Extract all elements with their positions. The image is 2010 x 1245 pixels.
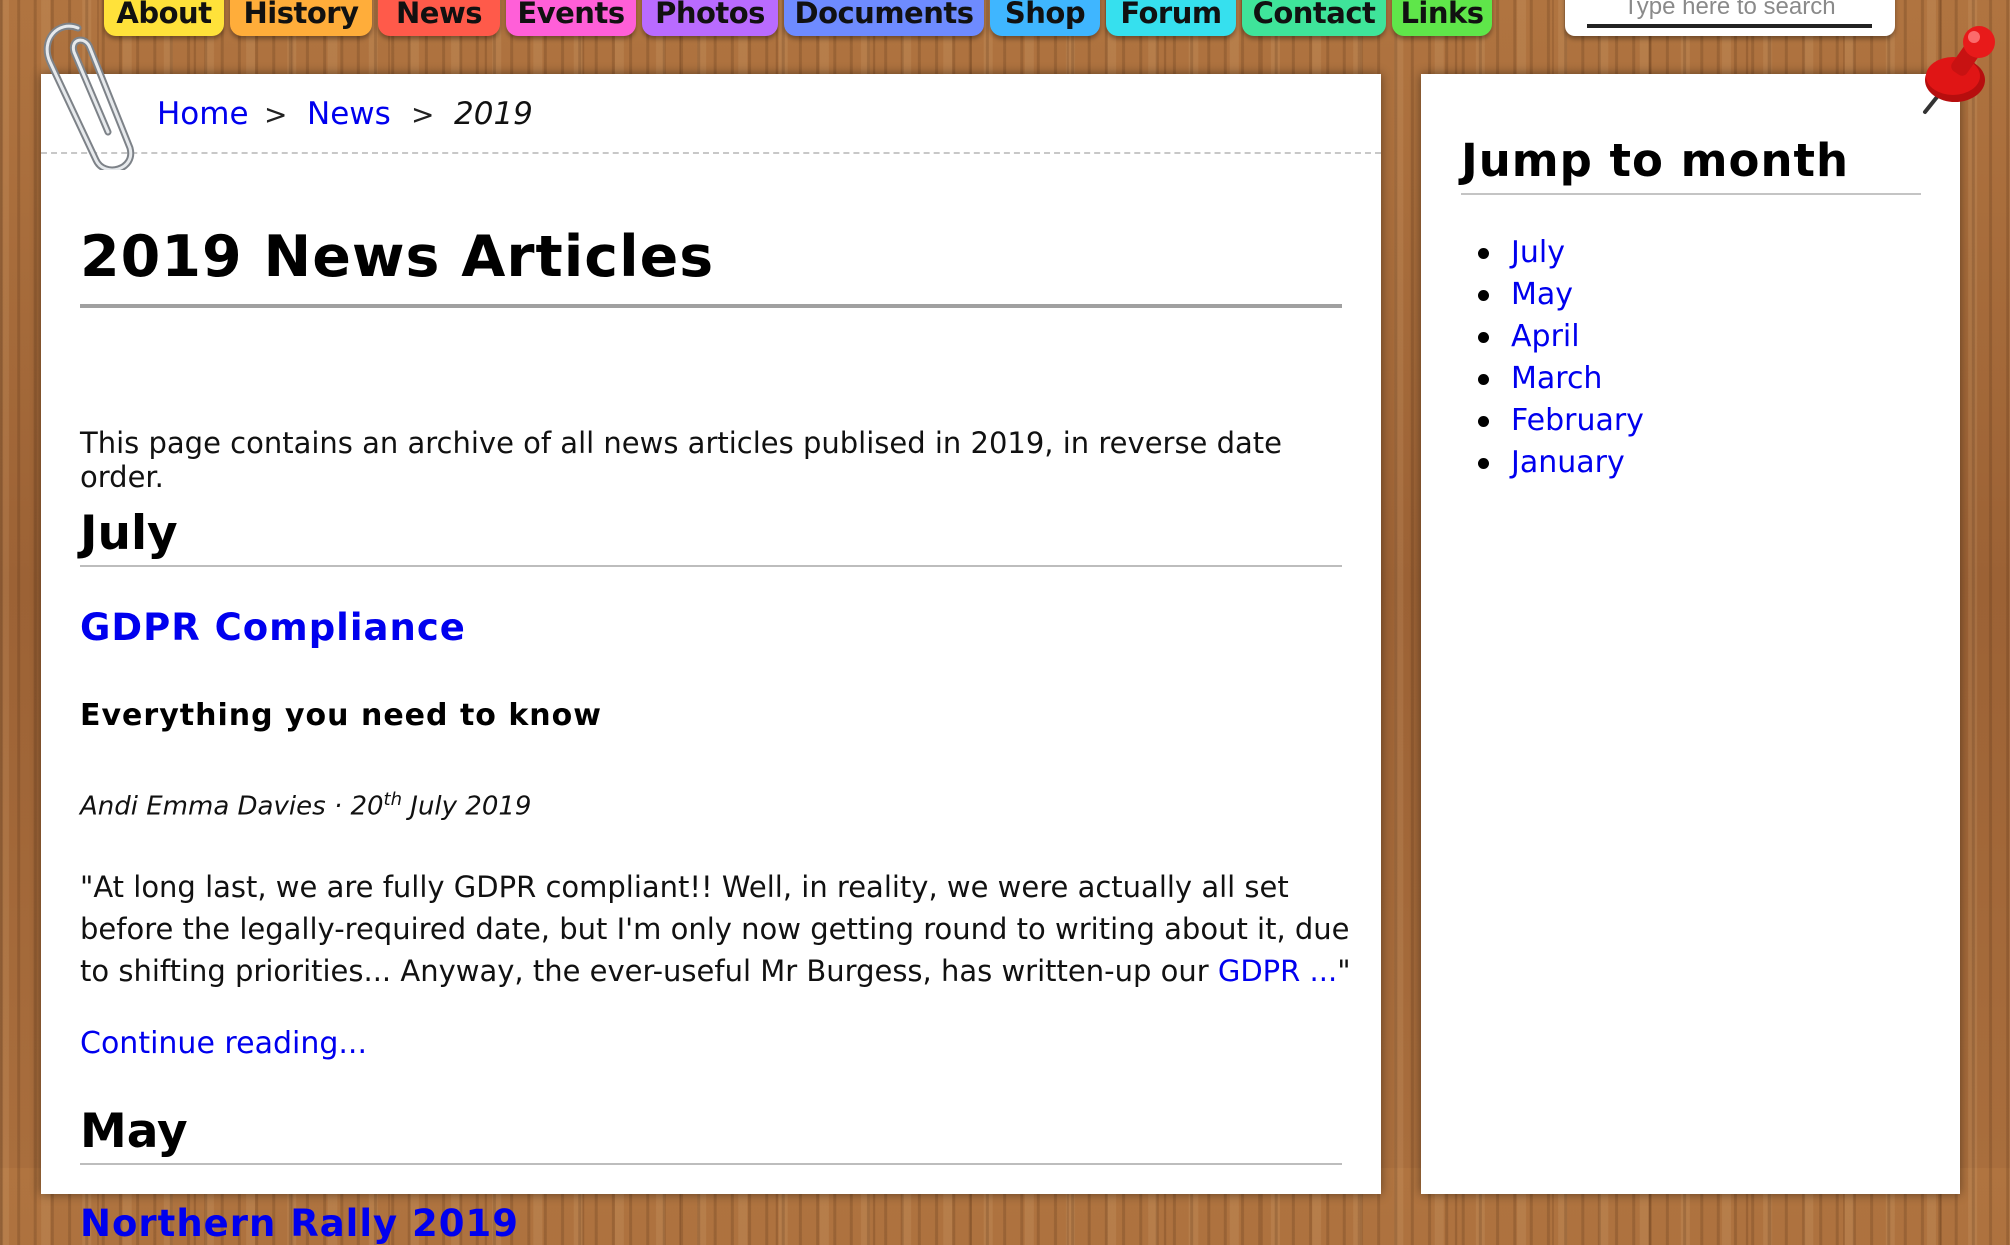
article-title-link[interactable]: GDPR Compliance <box>80 606 466 649</box>
page-title: 2019 News Articles <box>80 224 1342 308</box>
nav-tab-links[interactable]: Links <box>1392 0 1492 36</box>
breadcrumb-news-link[interactable]: News <box>307 96 391 132</box>
search-box <box>1565 0 1895 36</box>
continue-reading-link[interactable]: Continue reading... <box>80 1026 367 1061</box>
article-date-suffix: th <box>383 789 403 810</box>
paperclip-icon <box>43 22 135 170</box>
breadcrumb: Home > News > 2019 <box>41 74 1381 154</box>
sidebar-card: Jump to month July May April March Febru… <box>1421 74 1960 1194</box>
month-jump-list: July May April March February January <box>1478 232 1644 484</box>
article-byline: Andi Emma Davies · 20th July 2019 <box>80 789 531 822</box>
month-heading-july: July <box>80 506 1342 567</box>
breadcrumb-separator: > <box>264 98 288 131</box>
month-link-may[interactable]: May <box>1511 277 1573 312</box>
list-item: May <box>1478 274 1644 316</box>
month-link-july[interactable]: July <box>1511 235 1565 270</box>
month-link-april[interactable]: April <box>1511 319 1580 354</box>
nav-tab-contact[interactable]: Contact <box>1242 0 1386 36</box>
nav-tab-shop[interactable]: Shop <box>990 0 1100 36</box>
breadcrumb-current: 2019 <box>454 96 533 132</box>
nav-tab-documents[interactable]: Documents <box>784 0 984 36</box>
month-link-january[interactable]: January <box>1511 445 1625 480</box>
bullet-icon <box>1478 458 1489 469</box>
nav-tab-photos[interactable]: Photos <box>642 0 778 36</box>
list-item: July <box>1478 232 1644 274</box>
intro-text: This page contains an archive of all new… <box>80 426 1283 494</box>
month-heading-may: May <box>80 1104 1342 1165</box>
list-item: March <box>1478 358 1644 400</box>
pushpin-icon <box>1923 26 1995 114</box>
bullet-icon <box>1478 374 1489 385</box>
article-author: Andi Emma Davies <box>80 791 326 822</box>
excerpt-close-quote: " <box>1337 954 1351 988</box>
breadcrumb-separator: > <box>411 98 435 131</box>
nav-tab-news[interactable]: News <box>378 0 500 36</box>
breadcrumb-home-link[interactable]: Home <box>157 96 249 132</box>
list-item: April <box>1478 316 1644 358</box>
bullet-icon <box>1478 332 1489 343</box>
bullet-icon <box>1478 248 1489 259</box>
nav-tab-forum[interactable]: Forum <box>1106 0 1236 36</box>
search-input[interactable] <box>1587 0 1872 28</box>
list-item: January <box>1478 442 1644 484</box>
byline-separator: · <box>333 791 343 822</box>
article-date-rest: July 2019 <box>410 791 532 822</box>
sidebar-title: Jump to month <box>1461 134 1921 195</box>
nav-tab-events[interactable]: Events <box>506 0 636 36</box>
article-subtitle: Everything you need to know <box>80 698 602 733</box>
bullet-icon <box>1478 290 1489 301</box>
month-link-march[interactable]: March <box>1511 361 1602 396</box>
excerpt-gdpr-link[interactable]: GDPR ... <box>1218 954 1337 988</box>
list-item: February <box>1478 400 1644 442</box>
article-date-day: 20 <box>350 791 384 822</box>
excerpt-text: "At long last, we are fully GDPR complia… <box>80 870 1350 988</box>
bullet-icon <box>1478 416 1489 427</box>
article-excerpt: "At long last, we are fully GDPR complia… <box>80 866 1360 992</box>
main-content-card: Home > News > 2019 2019 News Articles Th… <box>41 74 1381 1245</box>
month-link-february[interactable]: February <box>1511 403 1644 438</box>
article-title-link[interactable]: Northern Rally 2019 <box>80 1202 519 1245</box>
nav-tab-history[interactable]: History <box>230 0 372 36</box>
